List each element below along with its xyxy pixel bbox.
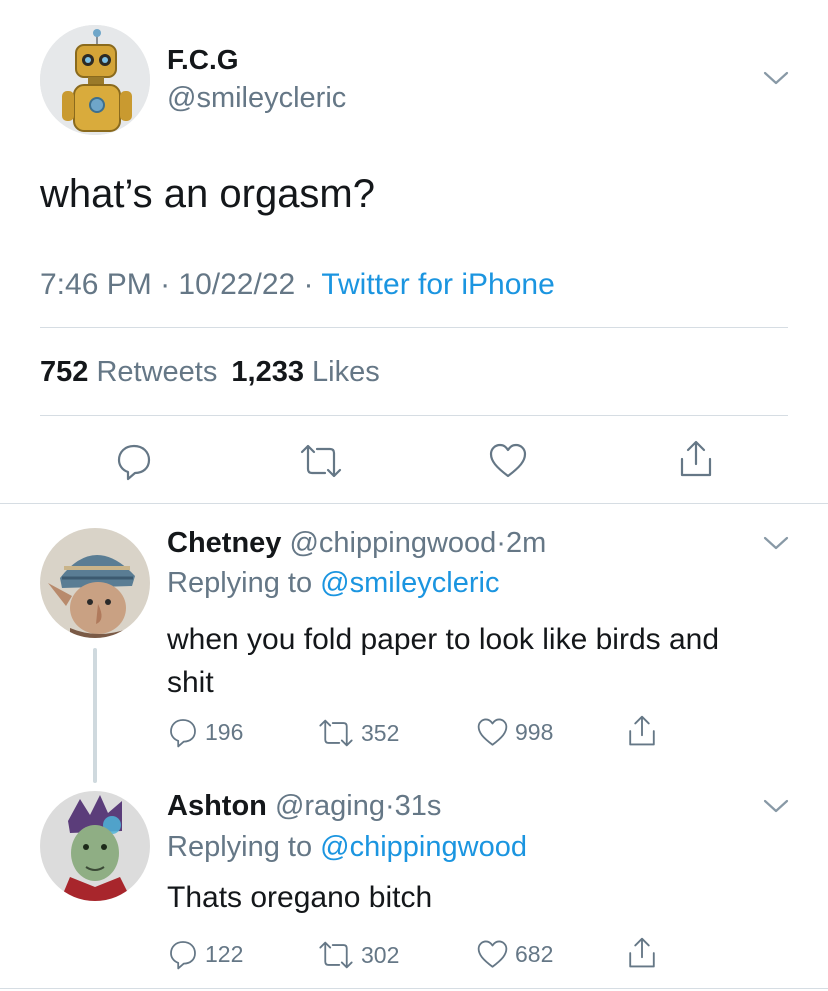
- like-icon[interactable]: [488, 442, 528, 480]
- retweet-action[interactable]: 302: [317, 940, 399, 970]
- display-name[interactable]: F.C.G: [167, 44, 239, 76]
- like-icon: [477, 718, 508, 746]
- reply-age: 2m: [505, 527, 547, 559]
- divider: [40, 415, 788, 416]
- reply-text-line: when you fold paper to look like birds a…: [167, 623, 720, 656]
- reply-text: Thats oregano bitch: [167, 881, 433, 914]
- like-icon: [477, 940, 508, 968]
- share-icon[interactable]: [677, 439, 715, 479]
- retweet-action[interactable]: 352: [317, 718, 399, 748]
- replying-to-handle[interactable]: @smileycleric: [320, 567, 499, 599]
- robot-avatar-icon: [40, 25, 150, 135]
- retweet-count: 302: [361, 941, 400, 968]
- avatar[interactable]: [40, 528, 150, 638]
- retweet-icon: [319, 719, 353, 747]
- retweet-icon: [319, 941, 353, 969]
- reply-text-line: shit: [167, 666, 214, 699]
- replying-to-handle[interactable]: @chippingwood: [320, 831, 527, 863]
- reply-action[interactable]: 196: [167, 716, 243, 748]
- reply-count: 122: [205, 940, 244, 967]
- retweets-label[interactable]: Retweets: [96, 356, 217, 388]
- like-count: 682: [515, 941, 554, 967]
- likes-count[interactable]: 1,233: [231, 356, 304, 388]
- avatar[interactable]: [40, 25, 150, 135]
- reply-icon[interactable]: [114, 441, 154, 481]
- chevron-down-icon[interactable]: [763, 798, 789, 814]
- divider: [40, 327, 788, 328]
- display-name[interactable]: Ashton: [167, 790, 267, 822]
- chevron-down-icon[interactable]: [763, 70, 789, 86]
- meta-separator: ·: [385, 790, 395, 822]
- reply-icon: [170, 941, 196, 970]
- like-count: 998: [515, 719, 554, 745]
- tweet-time: 7:46 PM: [40, 268, 152, 301]
- retweets-count[interactable]: 752: [40, 356, 88, 388]
- share-icon[interactable]: [626, 936, 658, 970]
- user-handle[interactable]: @raging: [275, 790, 385, 822]
- user-handle[interactable]: @chippingwood: [289, 527, 496, 559]
- user-handle[interactable]: @smileycleric: [167, 82, 346, 115]
- chevron-down-icon[interactable]: [763, 535, 789, 551]
- engagement-stats: 752 Retweets 1,233 Likes: [40, 356, 380, 389]
- divider: [0, 988, 828, 989]
- reply-text: when you fold paper to look like birds a…: [167, 618, 719, 704]
- replying-to: Replying to @smileycleric: [167, 567, 499, 600]
- tweet-source[interactable]: Twitter for iPhone: [321, 268, 554, 301]
- reply-action[interactable]: 122: [167, 938, 243, 970]
- reply-header: Ashton @raging·31s: [167, 790, 441, 823]
- reply-icon: [170, 719, 196, 748]
- avatar[interactable]: [40, 791, 150, 901]
- share-icon[interactable]: [626, 714, 658, 748]
- meta-separator: ·: [303, 268, 314, 301]
- likes-label[interactable]: Likes: [312, 356, 380, 388]
- replying-to: Replying to @chippingwood: [167, 831, 527, 864]
- reply-age: 31s: [394, 790, 442, 822]
- display-name[interactable]: Chetney: [167, 527, 281, 559]
- meta-separator: ·: [160, 268, 171, 301]
- gnome-in-beanie-avatar-icon: [40, 528, 150, 638]
- tweet-meta: 7:46 PM · 10/22/22 · Twitter for iPhone: [40, 268, 555, 302]
- like-action[interactable]: 682: [476, 939, 553, 970]
- tweet-text: what’s an orgasm?: [40, 172, 375, 216]
- reply-header: Chetney @chippingwood·2m: [167, 527, 546, 560]
- divider: [0, 503, 828, 504]
- retweet-count: 352: [361, 719, 400, 746]
- reply-count: 196: [205, 718, 244, 745]
- thread-line: [93, 648, 97, 783]
- like-action[interactable]: 998: [476, 717, 553, 748]
- replying-label: Replying to: [167, 567, 313, 599]
- tweet-date: 10/22/22: [178, 268, 296, 301]
- green-skinned-character-avatar-icon: [40, 791, 150, 901]
- retweet-icon[interactable]: [298, 443, 344, 479]
- replying-label: Replying to: [167, 831, 313, 863]
- meta-separator: ·: [496, 527, 506, 559]
